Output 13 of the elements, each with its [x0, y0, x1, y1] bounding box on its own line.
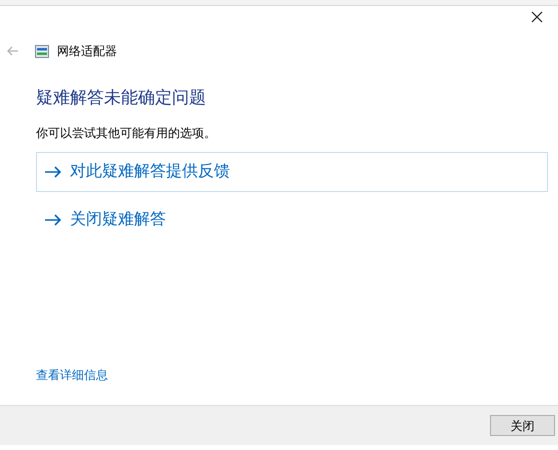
arrow-icon	[44, 214, 62, 226]
details-link[interactable]: 查看详细信息	[36, 368, 108, 382]
close-icon	[531, 11, 543, 23]
option-link[interactable]: 对此疑难解答提供反馈	[36, 152, 548, 192]
network-adapter-icon	[35, 44, 49, 58]
close-dialog-button[interactable]: 关闭	[490, 415, 555, 436]
window-title: 网络适配器	[57, 43, 117, 60]
close-button[interactable]	[529, 9, 545, 25]
description: 你可以尝试其他可能有用的选项。	[36, 125, 217, 141]
back-arrow-icon	[7, 46, 19, 56]
arrow-icon	[44, 166, 62, 178]
heading: 疑难解答未能确定问题	[36, 87, 207, 109]
option-link[interactable]: 关闭疑难解答	[36, 200, 548, 240]
